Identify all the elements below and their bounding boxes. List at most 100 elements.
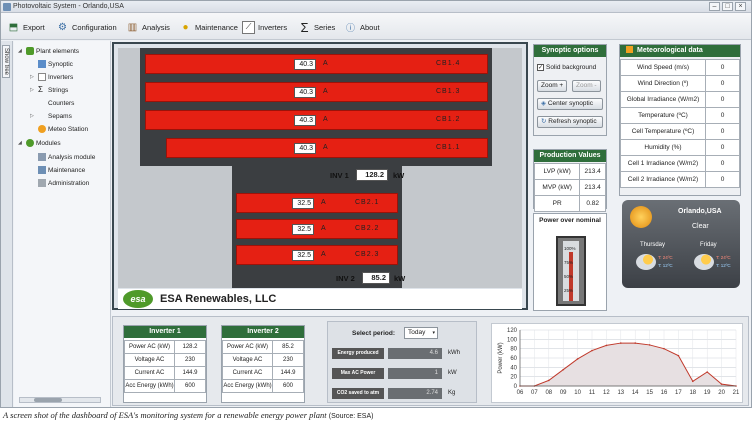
power-chart: 02040608010012006 07 08 09 10 11 12 13 14 15 16 17 1… — [498, 328, 740, 396]
minimize-button[interactable]: – — [709, 2, 720, 11]
toolbar-analysis[interactable]: ▥ Analysis — [126, 19, 170, 35]
day1-low: T: 12ºC — [658, 263, 673, 268]
partly-cloudy-icon — [636, 254, 656, 270]
center-synoptic-button[interactable]: ◈ Center synoptic — [537, 98, 603, 110]
checkbox-icon[interactable]: ✓ — [537, 64, 544, 71]
bottom-summary: Inverter 1 Power AC (kW) 128.2 Voltage AC… — [112, 316, 749, 406]
tree-modules[interactable]: ◢ Modules — [18, 138, 61, 148]
cb2-2-bar[interactable]: 32.5 A CB2.2 — [236, 219, 398, 239]
table-row: Acc Energy (kWh) 600 — [124, 379, 206, 393]
cb-current-value: 40.3 — [294, 143, 316, 154]
toolbar-export[interactable]: ⬒ Export — [7, 19, 45, 35]
show-tree-tab[interactable]: Show tree — [1, 41, 13, 407]
synoptic-view: 40.3 A CB1.4 40.3 A CB1.3 40.3 A CB1.2 40.3 A CB… — [112, 42, 528, 310]
meteo-panel: Meteorological data Wind Speed (m/s) 0 Wi… — [619, 44, 741, 196]
cb-current-value: 32.5 — [292, 250, 314, 261]
scrollbar-thumb[interactable] — [34, 398, 62, 402]
production-values-title: Production Values — [534, 150, 606, 162]
tree-counters[interactable]: Counters — [38, 98, 74, 108]
zoom-in-button[interactable]: Zoom + — [537, 80, 568, 92]
company-name: ESA Renewables, LLC — [160, 293, 277, 305]
cb1-4-bar[interactable]: 40.3 A CB1.4 — [145, 54, 488, 74]
inv1-power-value: 128.2 — [356, 169, 388, 181]
meteo-title: Meteorological data — [620, 45, 740, 57]
table-row: Temperature (ºC) 0 — [620, 107, 740, 124]
data-point — [620, 342, 622, 344]
data-point — [692, 380, 694, 383]
day2-low: T: 12ºC — [716, 263, 731, 268]
inv2-label: INV 2 — [336, 274, 355, 283]
expand-arrow-icon: ▷ — [30, 74, 34, 80]
tree-strings[interactable]: ▷ Σ Strings — [30, 85, 68, 95]
data-point — [562, 368, 564, 371]
tree-plant-elements[interactable]: ◢ Plant elements — [18, 46, 79, 56]
y-tick-label: 100 — [507, 337, 518, 343]
tree-horizontal-scrollbar[interactable] — [19, 397, 101, 403]
inv2-unit: kW — [394, 274, 406, 283]
synoptic-icon — [38, 60, 46, 68]
app-icon — [3, 3, 11, 11]
inv1-label: INV 1 — [330, 171, 349, 180]
inv1-unit: kW — [393, 171, 405, 180]
energy-produced-unit: kWh — [448, 350, 460, 356]
cb1-1-bar[interactable]: 40.3 A CB1.1 — [166, 138, 488, 158]
x-tick-label: 21 — [733, 390, 740, 396]
toolbar-about[interactable]: ⓘ About — [344, 19, 380, 35]
x-tick-label: 20 — [718, 390, 725, 396]
tree-inverters[interactable]: ▷ Inverters — [30, 72, 73, 82]
tree-administration[interactable]: Administration — [38, 178, 89, 188]
cb2-1-bar[interactable]: 32.5 A CB2.1 — [236, 193, 398, 213]
tree-analysis-module[interactable]: Analysis module — [38, 152, 95, 162]
cb-unit: A — [323, 88, 328, 95]
tree-meteo-station[interactable]: Meteo Station — [38, 124, 88, 134]
max-ac-power-unit: kW — [448, 370, 457, 376]
cb2-3-bar[interactable]: 32.5 A CB2.3 — [236, 245, 398, 265]
power-nominal-panel: Power over nominal 100% 75% 50% 25% — [533, 213, 607, 311]
inverter2-title: Inverter 2 — [222, 326, 304, 338]
max-ac-power-label: Max AC Power — [332, 368, 384, 379]
table-row: Wind Speed (m/s) 0 — [620, 59, 740, 76]
plant-icon — [26, 47, 34, 55]
toolbar-series[interactable]: Σ Series — [298, 19, 335, 35]
period-select[interactable]: Today ▾ — [404, 327, 438, 339]
energy-produced-label: Energy produced — [332, 348, 384, 359]
tree-separators[interactable]: ▷ Sepams — [30, 111, 72, 121]
chevron-down-icon: ▾ — [432, 330, 435, 336]
day1-high: T: 24ºC — [658, 255, 673, 260]
bulb-icon: ● — [182, 21, 189, 33]
data-point — [720, 383, 723, 385]
close-button[interactable]: × — [735, 2, 746, 11]
refresh-icon: ↻ — [541, 118, 547, 125]
inverter1-panel: Inverter 1 Power AC (kW) 128.2 Voltage AC… — [123, 325, 207, 403]
toolbar-inverters[interactable]: ⟋ Inverters — [242, 19, 287, 35]
production-table: LVP (kW) 213.4 MVP (kW) 213.4 PR 0.82 — [533, 163, 606, 212]
tree-synoptic[interactable]: Synoptic — [38, 59, 73, 69]
cb-unit: A — [323, 144, 328, 151]
cb-unit: A — [323, 60, 328, 67]
x-tick-label: 09 — [560, 390, 567, 396]
maximize-button[interactable]: □ — [722, 2, 733, 11]
cb-label: CB2.1 — [355, 199, 380, 206]
synoptic-options-panel: Synoptic options ✓ Solid background Zoom… — [533, 44, 607, 136]
cb1-2-bar[interactable]: 40.3 A CB1.2 — [145, 110, 488, 130]
esa-logo: esa — [123, 290, 153, 308]
tree-maintenance[interactable]: Maintenance — [38, 165, 85, 175]
series-area — [520, 343, 736, 386]
solid-background-option[interactable]: ✓ Solid background — [537, 64, 596, 71]
cb1-3-bar[interactable]: 40.3 A CB1.3 — [145, 82, 488, 102]
x-tick-label: 15 — [646, 390, 653, 396]
zoom-out-button[interactable]: Zoom - — [572, 80, 601, 92]
plant-tree: ◢ Plant elements Synoptic ▷ Inverters ▷ Σ St… — [14, 41, 111, 407]
data-point — [677, 354, 680, 357]
data-point — [648, 344, 651, 346]
gauge-tick: 75% — [564, 260, 574, 265]
toolbar-configuration[interactable]: ⚙ Configuration — [56, 19, 117, 35]
table-row: Power AC (kW) 128.2 — [124, 340, 206, 354]
power-chart-panel: 0 20 40 60 80 100 120 06 07 08 09 10 11 12 13 14 15 16 17 1… — [491, 323, 743, 403]
toolbar-maintenance[interactable]: ● Maintenance — [179, 19, 237, 35]
refresh-synoptic-button[interactable]: ↻ Refresh synoptic — [537, 116, 603, 128]
data-point — [706, 371, 708, 373]
inverter2-panel: Inverter 2 Power AC (kW) 85.2 Voltage AC 2… — [221, 325, 305, 403]
cb-label: CB1.4 — [436, 60, 461, 67]
table-row: LVP (kW) 213.4 — [533, 163, 606, 180]
